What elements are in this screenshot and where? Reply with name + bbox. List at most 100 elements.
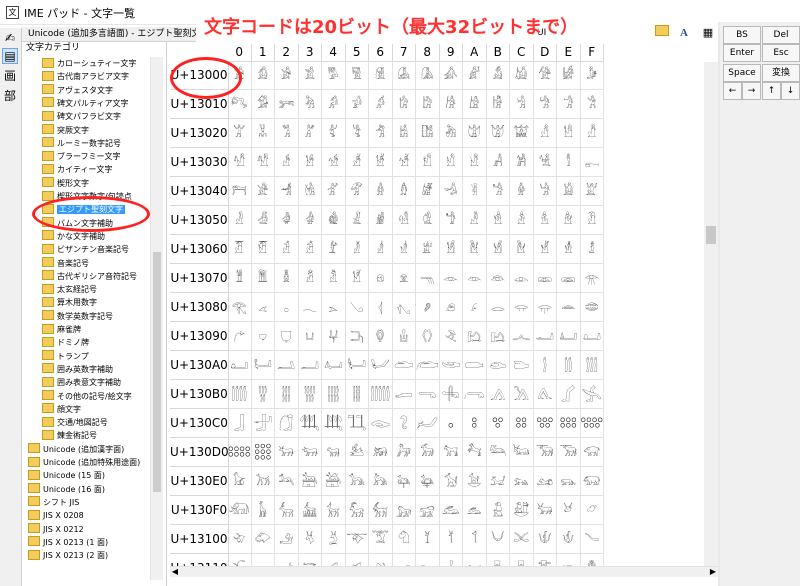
hieroglyph-cell[interactable]: 𓂯 [580,351,604,380]
category-item[interactable]: ビザンチン音楽記号 [42,243,129,256]
hieroglyph-cell[interactable]: 𓂺 [463,380,487,409]
category-item[interactable]: アヴェスタ文字 [42,84,113,97]
hieroglyph-cell[interactable]: 𓀧 [392,119,416,148]
hieroglyph-cell[interactable]: 𓀡 [251,119,275,148]
hieroglyph-cell[interactable]: 𓂩 [439,351,463,380]
hieroglyph-cell[interactable]: 𓁋 [486,177,510,206]
hieroglyph-cell[interactable]: 𓄂 [275,525,299,554]
hieroglyph-cell[interactable]: 𓃔 [322,438,346,467]
hieroglyph-cell[interactable]: 𓃣 [298,467,322,496]
hieroglyph-cell[interactable]: 𓀎 [557,61,581,90]
hieroglyph-cell[interactable]: 𓄀 [228,525,252,554]
hieroglyph-cell[interactable]: 𓂒 [275,322,299,351]
hieroglyph-cell[interactable]: 𓀵 [345,148,369,177]
hieroglyph-cell[interactable]: 𓂏 [580,293,604,322]
hieroglyph-cell[interactable]: 𓁬 [510,235,534,264]
hieroglyph-cell[interactable]: 𓂀 [228,293,252,322]
hieroglyph-cell[interactable]: 𓃵 [345,496,369,525]
hieroglyph-cell[interactable]: 𓂱 [251,380,275,409]
hieroglyph-cell[interactable]: 𓃱 [251,496,275,525]
category-item[interactable]: 数学英数字記号 [42,310,113,323]
category-item[interactable]: 交通/地図記号 [42,416,108,429]
hieroglyph-cell[interactable]: 𓃰 [228,496,252,525]
hieroglyph-cell[interactable]: 𓁛 [486,206,510,235]
hieroglyph-cell[interactable]: 𓃨 [416,467,440,496]
category-item[interactable]: 顔文字 [42,403,81,416]
hieroglyph-cell[interactable]: 𓂣 [298,351,322,380]
hieroglyph-cell[interactable]: 𓃟 [580,438,604,467]
hieroglyph-cell[interactable]: 𓃩 [439,467,463,496]
hieroglyph-cell[interactable]: 𓂉 [439,293,463,322]
hieroglyph-cell[interactable]: 𓃬 [510,467,534,496]
hieroglyph-cell[interactable]: 𓁚 [463,206,487,235]
hieroglyph-cell[interactable]: 𓂇 [392,293,416,322]
hieroglyph-cell[interactable]: 𓁴 [322,264,346,293]
hieroglyph-cell[interactable]: 𓁖 [369,206,393,235]
hieroglyph-cell[interactable]: 𓃞 [557,438,581,467]
hieroglyph-cell[interactable]: 𓁀 [228,177,252,206]
hieroglyph-cell[interactable]: 𓃽 [533,496,557,525]
key-0[interactable]: BS [723,26,761,44]
key-2[interactable]: Enter [723,44,761,62]
category-item[interactable]: カイティー文字 [42,163,112,176]
arrow-up-icon[interactable]: ↑ [762,82,781,100]
hieroglyph-cell[interactable]: 𓁨 [416,235,440,264]
hieroglyph-cell[interactable]: 𓀤 [322,119,346,148]
hieroglyph-cell[interactable]: 𓁓 [298,206,322,235]
hieroglyph-cell[interactable]: 𓀠 [228,119,252,148]
hieroglyph-cell[interactable]: 𓁄 [322,177,346,206]
hieroglyph-cell[interactable]: 𓁢 [275,235,299,264]
hieroglyph-cell[interactable]: 𓁑 [251,206,275,235]
hieroglyph-cell[interactable]: 𓂍 [533,293,557,322]
category-item[interactable]: ドミノ牌 [42,336,89,349]
hieroglyph-cell[interactable]: 𓁩 [439,235,463,264]
hieroglyph-cell[interactable]: 𓀉 [439,61,463,90]
hieroglyph-cell[interactable]: 𓀻 [486,148,510,177]
hieroglyph-cell[interactable]: 𓀗 [392,90,416,119]
hieroglyph-cell[interactable]: 𓂗 [392,322,416,351]
hieroglyph-cell[interactable]: 𓃜 [510,438,534,467]
hieroglyph-cell[interactable]: 𓁇 [392,177,416,206]
hieroglyph-cell[interactable]: 𓂰 [228,380,252,409]
hieroglyph-cell[interactable]: 𓁍 [533,177,557,206]
hieroglyph-cell[interactable]: 𓀝 [533,90,557,119]
hieroglyph-cell[interactable]: 𓃮 [557,467,581,496]
hieroglyph-cell[interactable]: 𓁆 [369,177,393,206]
hieroglyph-cell[interactable]: 𓃘 [416,438,440,467]
hieroglyph-cell[interactable]: 𓂷 [392,380,416,409]
hieroglyph-cell[interactable]: 𓂵 [345,380,369,409]
hieroglyph-cell[interactable]: 𓀇 [392,61,416,90]
category-item[interactable]: Unicode (16 面) [28,483,105,496]
hieroglyph-cell[interactable]: 𓃾 [557,496,581,525]
hieroglyph-cell[interactable]: 𓀔 [322,90,346,119]
hieroglyph-cell[interactable]: 𓄏 [580,525,604,554]
hieroglyph-cell[interactable]: 𓂞 [557,322,581,351]
hieroglyph-cell[interactable]: 𓃹 [439,496,463,525]
hieroglyph-cell[interactable]: 𓄎 [557,525,581,554]
hieroglyph-cell[interactable]: 𓃄 [322,409,346,438]
category-item[interactable]: Unicode (追加特殊用途面) [28,456,140,469]
category-item[interactable]: 楔形文字 [42,177,89,190]
stroke-count-icon[interactable]: 画 [2,68,18,84]
key-4[interactable]: Space [723,64,761,82]
hieroglyph-cell[interactable]: 𓃉 [439,409,463,438]
hieroglyph-cell[interactable]: 𓀣 [298,119,322,148]
hieroglyph-cell[interactable]: 𓂈 [416,293,440,322]
hieroglyph-cell[interactable]: 𓁺 [463,264,487,293]
hieroglyph-cell[interactable]: 𓀽 [533,148,557,177]
hieroglyph-cell[interactable]: 𓂼 [510,380,534,409]
hieroglyph-cell[interactable]: 𓀬 [510,119,534,148]
hieroglyph-cell[interactable]: 𓄊 [463,525,487,554]
hieroglyph-cell[interactable]: 𓂖 [369,322,393,351]
category-item[interactable]: トランプ [42,350,89,363]
arrow-right-icon[interactable]: → [742,82,761,100]
hieroglyph-cell[interactable]: 𓁵 [345,264,369,293]
hieroglyph-cell[interactable]: 𓃫 [486,467,510,496]
hieroglyph-cell[interactable]: 𓂴 [322,380,346,409]
hieroglyph-cell[interactable]: 𓃭 [533,467,557,496]
hieroglyph-cell[interactable]: 𓀅 [345,61,369,90]
pencil-icon[interactable]: ✍ [2,30,18,46]
hieroglyph-cell[interactable]: 𓁳 [298,264,322,293]
hieroglyph-cell[interactable]: 𓀱 [251,148,275,177]
hieroglyph-cell[interactable]: 𓃤 [322,467,346,496]
